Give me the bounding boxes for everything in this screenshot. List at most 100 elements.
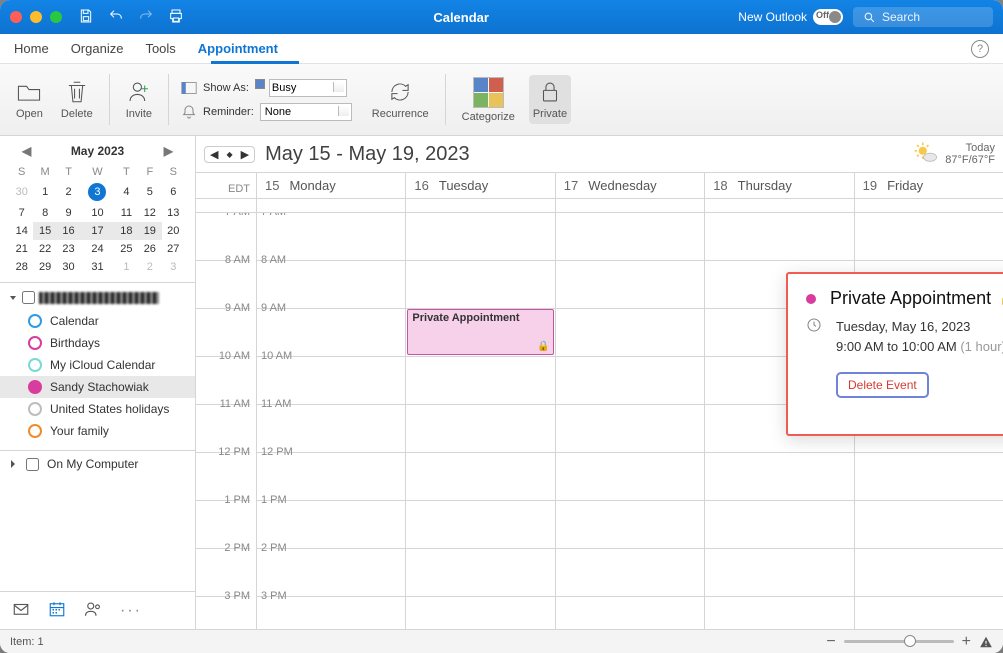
prev-month-icon[interactable]: ◀ [18,144,35,158]
minical-day[interactable]: 21 [10,240,33,258]
minical-day[interactable]: 5 [138,180,161,204]
on-my-computer-section[interactable]: On My Computer [0,450,195,477]
day-header[interactable]: 16 Tuesday [405,173,554,198]
minical-day[interactable]: 7 [10,204,33,222]
zoom-slider[interactable] [844,640,954,643]
lock-icon: 🔒 [537,341,549,352]
zoom-in-icon[interactable]: + [962,633,971,651]
calendar-list-item[interactable]: My iCloud Calendar [0,354,195,376]
minical-day[interactable]: 28 [10,258,33,276]
minical-day[interactable]: 12 [138,204,161,222]
calendar-list-item[interactable]: Your family [0,420,195,442]
time-gutter: 7 AM8 AM9 AM10 AM11 AM12 PM1 PM2 PM3 PM [196,213,256,629]
minical-day[interactable]: 3 [80,180,114,204]
undo-icon[interactable] [108,8,124,27]
calendar-list-item[interactable]: United States holidays [0,398,195,420]
popup-time: 9:00 AM to 10:00 AM [836,339,957,354]
private-button[interactable]: Private [529,75,571,124]
delete-event-button[interactable]: Delete Event [836,372,929,398]
calendar-list-item[interactable]: Sandy Stachowiak [0,376,195,398]
close-window-icon[interactable] [10,11,22,23]
show-as-select[interactable]: ▲▼ [255,79,347,97]
next-week-icon[interactable]: ▶ [237,148,253,161]
save-icon[interactable] [78,8,94,27]
minical-day[interactable]: 8 [33,204,56,222]
tab-tools[interactable]: Tools [145,41,175,56]
minical-day[interactable]: 16 [57,222,80,240]
minical-day[interactable]: 24 [80,240,114,258]
item-count: Item: 1 [10,636,44,648]
today-dot-icon[interactable]: ◆ [222,150,236,159]
minical-day[interactable]: 30 [57,258,80,276]
calendar-event[interactable]: Private Appointment🔒 [407,309,553,355]
mail-icon[interactable] [12,600,30,621]
tab-appointment[interactable]: Appointment [198,41,278,56]
categorize-button[interactable]: Categorize [458,73,519,127]
invite-button[interactable]: Invite [122,75,156,124]
day-header[interactable]: 15 Monday [256,173,405,198]
more-icon[interactable]: ··· [120,602,142,620]
redo-icon[interactable] [138,8,154,27]
day-column[interactable] [555,213,704,629]
minimize-window-icon[interactable] [30,11,42,23]
calendar-color-dot [806,294,816,304]
tab-home[interactable]: Home [14,41,49,56]
ribbon-tabs: Home Organize Tools Appointment ? [0,34,1003,64]
minical-day[interactable]: 26 [138,240,161,258]
minical-day[interactable]: 23 [57,240,80,258]
calendar-list-item[interactable]: Birthdays [0,332,195,354]
minical-day[interactable]: 31 [80,258,114,276]
day-header[interactable]: 19 Friday [854,173,1003,198]
day-column[interactable]: Private Appointment🔒 [405,213,554,629]
minical-day[interactable]: 3 [162,258,185,276]
minical-day[interactable]: 19 [138,222,161,240]
minical-day[interactable]: 9 [57,204,80,222]
prev-week-icon[interactable]: ◀ [206,148,222,161]
minical-day[interactable]: 15 [33,222,56,240]
minical-day[interactable]: 13 [162,204,185,222]
minical-day[interactable]: 22 [33,240,56,258]
day-header[interactable]: 17 Wednesday [555,173,704,198]
people-icon[interactable] [84,600,102,621]
tab-organize[interactable]: Organize [71,41,124,56]
minical-day[interactable]: 27 [162,240,185,258]
minical-day[interactable]: 6 [162,180,185,204]
zoom-out-icon[interactable]: − [826,633,835,651]
day-column[interactable]: 7 AM8 AM9 AM10 AM11 AM12 PM1 PM2 PM3 PM [256,213,405,629]
new-outlook-toggle[interactable]: New Outlook Off [738,9,843,25]
minical-day[interactable]: 20 [162,222,185,240]
zoom-window-icon[interactable] [50,11,62,23]
minical-day[interactable]: 4 [115,180,138,204]
minical-day[interactable]: 10 [80,204,114,222]
minical-day[interactable]: 14 [10,222,33,240]
account-header[interactable] [0,289,195,306]
reminder-select[interactable]: ▲▼ [260,103,352,121]
calendar-icon[interactable] [48,600,66,621]
weather-widget[interactable]: Today 87°F/67°F [913,141,995,167]
minical-day[interactable]: 29 [33,258,56,276]
warning-icon[interactable] [979,635,993,649]
minical-day[interactable]: 2 [138,258,161,276]
minical-day[interactable]: 1 [33,180,56,204]
minical-day[interactable]: 18 [115,222,138,240]
show-as-icon [181,81,197,95]
popup-date: Tuesday, May 16, 2023 [836,317,1003,337]
calendar-list-item[interactable]: Calendar [0,310,195,332]
search-input[interactable]: Search [853,7,993,27]
minical-day[interactable]: 17 [80,222,114,240]
next-month-icon[interactable]: ▶ [160,144,177,158]
open-button[interactable]: Open [12,75,47,124]
minical-day[interactable]: 25 [115,240,138,258]
mini-calendar[interactable]: ◀ May 2023 ▶ SMTWTFS30123456789101112131… [0,136,195,278]
help-icon[interactable]: ? [971,40,989,58]
minical-day[interactable]: 2 [57,180,80,204]
week-navigator[interactable]: ◀ ◆ ▶ [204,146,255,163]
minical-day[interactable]: 30 [10,180,33,204]
minical-day[interactable]: 11 [115,204,138,222]
lock-icon: 🔒 [999,291,1003,307]
day-header[interactable]: 18 Thursday [704,173,853,198]
delete-button[interactable]: Delete [57,75,97,124]
minical-day[interactable]: 1 [115,258,138,276]
recurrence-button[interactable]: Recurrence [368,75,433,124]
print-icon[interactable] [168,8,184,27]
